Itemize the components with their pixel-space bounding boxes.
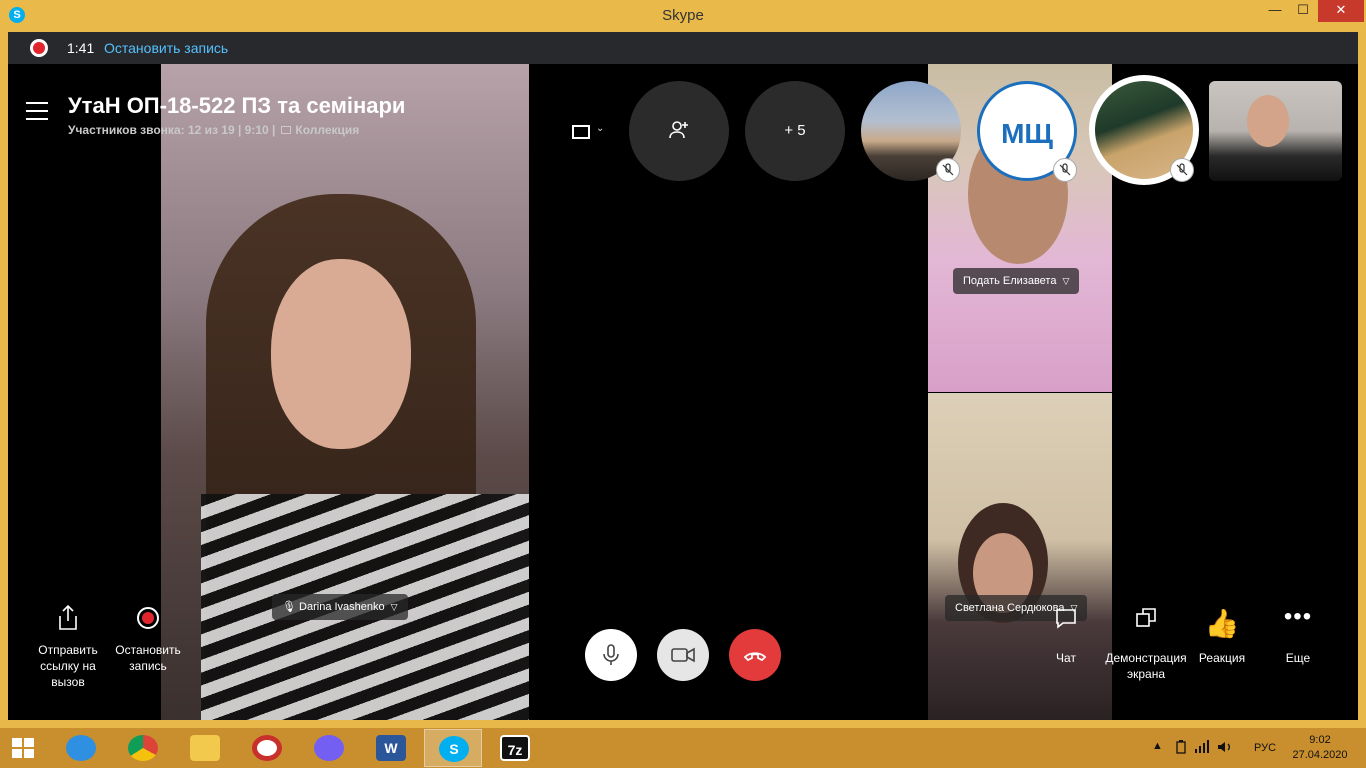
- more-options-button[interactable]: ••• Еще: [1253, 602, 1343, 666]
- taskbar-ie[interactable]: [52, 729, 110, 767]
- signal-icon: [1195, 740, 1210, 753]
- participant-name-tag[interactable]: 🎙︎ Darina Ivashenko ▽: [272, 594, 408, 620]
- skype-icon: S: [439, 736, 469, 762]
- call-meta: Участников звонка: 12 из 19 | 9:10 | Колл…: [68, 123, 359, 137]
- participants-count: Участников звонка: 12 из 19 | 9:10 |: [68, 123, 276, 137]
- microphone-button[interactable]: [585, 629, 637, 681]
- participant-name-tag[interactable]: Подать Елизавета ▽: [953, 268, 1080, 294]
- chrome-icon: [128, 735, 158, 761]
- more-participants-button[interactable]: + 5: [745, 81, 845, 181]
- participant-video-bottom: [928, 393, 1112, 720]
- stop-recording-button[interactable]: Остановить запись: [108, 602, 188, 674]
- chevron-down-icon: ▽: [390, 602, 398, 612]
- 7zip-icon: 7z: [500, 735, 530, 761]
- microphone-icon: [603, 644, 619, 665]
- taskbar-opera[interactable]: [238, 729, 296, 767]
- recording-bar: 1:41 Остановить запись: [8, 32, 1358, 64]
- layout-toggle-button[interactable]: ⌄: [568, 120, 608, 144]
- main-video-feed: [161, 64, 529, 720]
- muted-mic-icon: [936, 158, 960, 182]
- input-language[interactable]: РУС: [1254, 742, 1276, 768]
- collection-icon: [281, 126, 292, 134]
- taskbar-skype[interactable]: S: [424, 729, 482, 767]
- add-person-icon: [669, 121, 688, 139]
- opera-icon: [252, 735, 282, 761]
- chat-label: Чат: [1056, 651, 1076, 665]
- screen-share-icon: [1136, 608, 1156, 627]
- muted-mic-icon: [1053, 158, 1077, 182]
- more-label: Еще: [1285, 651, 1311, 665]
- volume-icon: [1218, 742, 1231, 752]
- taskbar: W S 7z ▲ РУС 9:02 27.04.2020: [0, 728, 1366, 768]
- taskbar-explorer[interactable]: [176, 729, 234, 767]
- windows-logo-icon: [12, 738, 34, 758]
- end-call-icon: [743, 652, 767, 662]
- taskbar-chrome[interactable]: [114, 729, 172, 767]
- tray-status-icons[interactable]: [1175, 740, 1233, 768]
- taskbar-viber[interactable]: [300, 729, 358, 767]
- window-title: Skype: [662, 7, 704, 24]
- maximize-button[interactable]: ☐: [1290, 0, 1316, 22]
- folder-icon: [190, 735, 220, 761]
- clock-time: 9:02: [1309, 734, 1331, 746]
- chat-button[interactable]: Чат: [1021, 602, 1111, 666]
- taskbar-word[interactable]: W: [362, 729, 420, 767]
- recording-timer: 1:41: [67, 40, 95, 56]
- viber-icon: [314, 735, 344, 761]
- internet-explorer-icon: [66, 735, 96, 761]
- battery-icon: [1176, 740, 1186, 754]
- clock[interactable]: 9:02 27.04.2020: [1290, 733, 1350, 768]
- taskbar-7zip[interactable]: 7z: [486, 729, 544, 767]
- share-icon: [59, 604, 77, 630]
- call-title: УтаН ОП-18-522 ПЗ та семінари: [68, 93, 406, 118]
- muted-mic-icon: 🎙︎: [282, 601, 300, 613]
- start-button[interactable]: [0, 729, 58, 767]
- muted-mic-icon: [1170, 158, 1194, 182]
- clock-date: 27.04.2020: [1292, 749, 1348, 761]
- add-participant-button[interactable]: [629, 81, 729, 181]
- share-call-link-label: Отправить ссылку на вызов: [38, 643, 98, 689]
- share-call-link-button[interactable]: Отправить ссылку на вызов: [28, 602, 108, 690]
- chat-icon: [1056, 609, 1076, 629]
- camera-icon: [671, 647, 695, 663]
- chevron-down-icon: ▽: [1062, 276, 1070, 286]
- camera-button[interactable]: [657, 629, 709, 681]
- end-call-button[interactable]: [729, 629, 781, 681]
- record-icon: [137, 607, 159, 629]
- stop-recording-label: Остановить запись: [115, 643, 181, 673]
- collection-link[interactable]: Коллекция: [295, 123, 359, 137]
- word-icon: W: [376, 735, 406, 761]
- close-button[interactable]: ✕: [1318, 0, 1364, 22]
- chevron-down-icon: ⌄: [596, 123, 605, 134]
- call-window: 1:41 Остановить запись УтаН ОП-18-522 ПЗ…: [8, 32, 1358, 720]
- participant-video-thumbnail[interactable]: [1209, 81, 1342, 181]
- show-hidden-icons-button[interactable]: ▲: [1152, 740, 1163, 768]
- more-dots-icon: •••: [1283, 603, 1313, 630]
- recording-icon: [30, 39, 48, 57]
- window-titlebar: S Skype — ☐ ✕: [0, 0, 1366, 32]
- hamburger-menu-icon[interactable]: [26, 102, 48, 120]
- stop-recording-link[interactable]: Остановить запись: [104, 40, 228, 56]
- layout-icon: [572, 125, 590, 139]
- minimize-button[interactable]: —: [1262, 0, 1288, 22]
